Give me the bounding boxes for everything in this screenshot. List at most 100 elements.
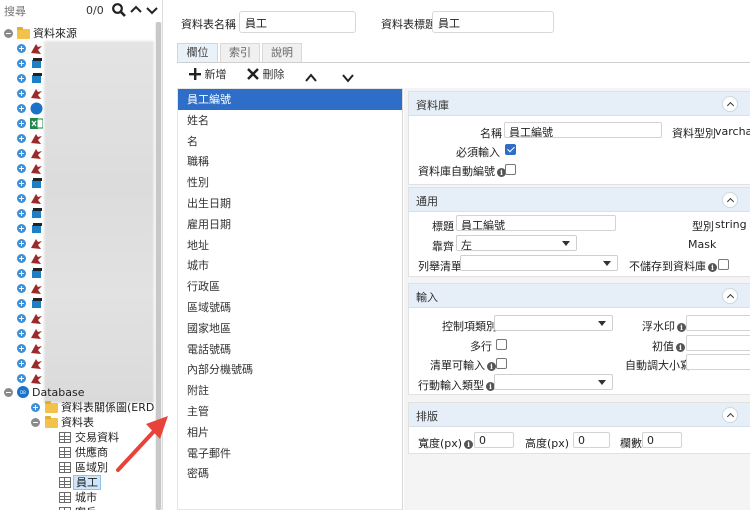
tree-item-table[interactable]: 客戶 [0,505,155,510]
tree-item-redacted[interactable] [0,131,44,146]
move-up-icon[interactable] [305,69,317,87]
field-list-item[interactable]: 附註 [178,380,402,401]
tree-item-redacted[interactable] [0,206,44,221]
expand-icon[interactable] [17,344,26,353]
tab-description[interactable]: 說明 [262,43,302,62]
mobile-input-select[interactable] [494,374,613,390]
collapse-icon[interactable] [4,29,13,38]
tab-fields[interactable]: 欄位 [177,43,218,62]
tree-item-redacted[interactable] [0,311,44,326]
tree-item-redacted[interactable] [0,281,44,296]
field-list-item[interactable]: 主管 [178,401,402,422]
tree-item-redacted[interactable] [0,56,44,71]
tree-item-redacted[interactable] [0,236,44,251]
search-icon[interactable] [111,2,127,18]
tree-item-redacted[interactable] [0,191,44,206]
scrollbar-thumb[interactable] [156,22,161,510]
expand-icon[interactable] [17,329,26,338]
height-input[interactable]: 0 [573,432,610,448]
tree-item-table[interactable]: 供應商 [0,445,155,460]
auto-number-checkbox[interactable] [505,164,516,175]
field-list-item[interactable]: 行政區 [178,276,402,297]
tree-item-redacted[interactable] [0,326,44,341]
expand-icon[interactable] [17,194,26,203]
tree-scrollbar[interactable] [155,22,162,510]
expand-icon[interactable] [17,134,26,143]
expand-icon[interactable] [17,209,26,218]
expand-icon[interactable] [17,269,26,278]
expand-icon[interactable] [17,164,26,173]
search-input[interactable] [2,3,86,19]
tree-item-table[interactable]: 城市 [0,490,155,505]
field-list-item[interactable]: 密碼 [178,463,402,484]
section-general-header[interactable]: 通用 [409,188,750,212]
collapse-section-icon[interactable] [722,407,738,423]
tree-item-redacted[interactable] [0,371,44,386]
collapse-icon[interactable] [31,418,40,427]
expand-icon[interactable] [17,374,26,383]
collapse-section-icon[interactable] [722,288,738,304]
caption-input[interactable]: 員工編號 [456,215,616,231]
no-store-checkbox[interactable] [718,259,729,270]
align-select[interactable]: 左 [456,235,577,252]
field-list-item[interactable]: 區域號碼 [178,297,402,318]
field-list-item[interactable]: 國家地區 [178,318,402,339]
expand-icon[interactable] [17,149,26,158]
tree-item-redacted[interactable] [0,101,44,116]
expand-icon[interactable] [17,284,26,293]
tree-item-redacted[interactable] [0,296,44,311]
move-down-icon[interactable] [342,69,354,87]
section-database-header[interactable]: 資料庫 [409,92,750,116]
field-list-item[interactable]: 員工編號 [178,89,402,110]
collapse-section-icon[interactable] [722,96,738,112]
control-type-select[interactable] [494,315,613,331]
chevron-down-icon[interactable] [144,2,160,18]
table-title-input[interactable]: 員工 [432,11,554,33]
expand-icon[interactable] [31,403,40,412]
tree-item-tables[interactable]: 資料表 [0,415,155,430]
field-list-item[interactable]: 電子郵件 [178,443,402,464]
tree-item-redacted[interactable] [0,251,44,266]
expand-icon[interactable] [17,359,26,368]
multiline-checkbox[interactable] [496,339,507,350]
data-type-value[interactable]: varcha [715,125,750,138]
tree-item-erd[interactable]: 資料表關係圖(ERD) [0,400,155,415]
expand-icon[interactable] [17,74,26,83]
list-input-checkbox[interactable] [496,358,507,369]
field-list-item[interactable]: 地址 [178,235,402,256]
field-list-item[interactable]: 電話號碼 [178,339,402,360]
add-button[interactable]: 新增 [189,66,227,84]
expand-icon[interactable] [17,104,26,113]
tree-item-table[interactable]: 員工 [0,475,155,490]
tree-item-database[interactable]: DB Database [0,385,155,400]
tree-item-redacted[interactable] [0,116,44,131]
tree-item-redacted[interactable] [0,176,44,191]
table-name-input[interactable]: 員工 [239,11,356,33]
chevron-up-icon[interactable] [128,2,144,18]
expand-icon[interactable] [17,59,26,68]
width-input[interactable]: 0 [474,432,514,448]
tree-item-redacted[interactable] [0,161,44,176]
expand-icon[interactable] [17,44,26,53]
tree-item-redacted[interactable] [0,146,44,161]
required-checkbox[interactable] [505,144,516,155]
initial-value-input[interactable] [686,335,750,351]
field-list-item[interactable]: 名 [178,131,402,152]
field-list-item[interactable]: 城市 [178,255,402,276]
enum-list-select[interactable] [460,255,618,271]
tree-item-redacted[interactable] [0,266,44,281]
field-list-item[interactable]: 性別 [178,172,402,193]
delete-button[interactable]: 刪除 [247,66,285,84]
tab-index[interactable]: 索引 [220,43,260,62]
field-list-item[interactable]: 姓名 [178,110,402,131]
watermark-input[interactable] [686,315,750,331]
tree-item-redacted[interactable] [0,341,44,356]
expand-icon[interactable] [17,239,26,248]
tree-item-redacted[interactable] [0,41,44,56]
field-list-item[interactable]: 內部分機號碼 [178,359,402,380]
expand-icon[interactable] [17,254,26,263]
collapse-icon[interactable] [4,388,13,397]
section-input-header[interactable]: 輸入 [409,284,750,308]
field-list-item[interactable]: 雇用日期 [178,214,402,235]
tree-item-table[interactable]: 區域別 [0,460,155,475]
